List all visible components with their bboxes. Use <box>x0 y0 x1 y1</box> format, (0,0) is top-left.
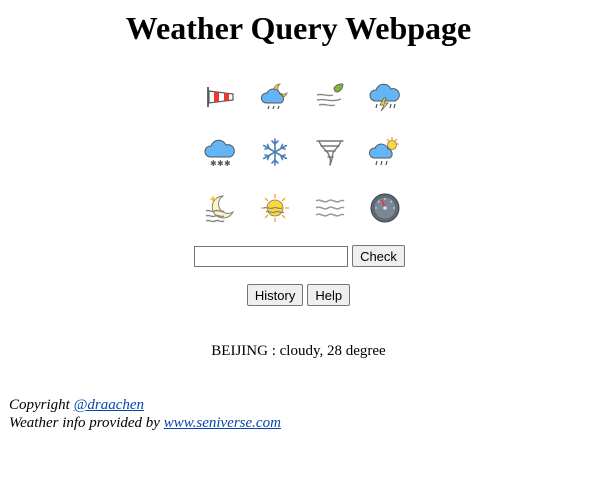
wind-leaf-icon[interactable] <box>302 68 357 124</box>
snow-cloud-icon[interactable]: ✱ ✱ ✱ <box>192 124 247 180</box>
city-input[interactable] <box>194 245 349 267</box>
thunderstorm-icon[interactable] <box>357 68 412 124</box>
sun-cloud-rain-icon[interactable] <box>357 124 412 180</box>
provider-prefix: Weather info provided by <box>9 415 164 431</box>
history-button[interactable]: History <box>246 284 304 306</box>
query-row: Check <box>0 245 597 267</box>
svg-text:✱: ✱ <box>210 159 217 168</box>
svg-text:✱: ✱ <box>224 159 231 168</box>
weather-result: BEIJING : cloudy, 28 degree <box>211 343 386 359</box>
copyright-prefix: Copyright <box>9 397 74 413</box>
night-fog-icon[interactable] <box>192 180 247 236</box>
footer: Copyright @draachen Weather info provide… <box>9 396 281 432</box>
partly-cloudy-night-rain-icon[interactable] <box>247 68 302 124</box>
snowflake-icon[interactable] <box>247 124 302 180</box>
fog-waves-icon[interactable] <box>302 180 357 236</box>
page-title: Weather Query Webpage <box>125 10 472 46</box>
author-link[interactable]: @draachen <box>74 397 144 413</box>
secondary-buttons: History Help <box>0 284 597 306</box>
provider-link[interactable]: www.seniverse.com <box>164 415 281 431</box>
page: Weather Query Webpage ✱ ✱ ✱ Check Histor… <box>0 0 597 494</box>
provider-line: Weather info provided by www.seniverse.c… <box>9 414 281 432</box>
copyright-line: Copyright @draachen <box>9 396 281 414</box>
tornado-icon[interactable] <box>302 124 357 180</box>
check-button[interactable]: Check <box>352 245 405 267</box>
svg-text:✱: ✱ <box>217 159 224 168</box>
help-button[interactable]: Help <box>307 284 351 306</box>
sun-haze-icon[interactable] <box>247 180 302 236</box>
windsock-icon[interactable] <box>192 68 247 124</box>
barometer-icon[interactable] <box>357 180 412 236</box>
weather-icon-grid: ✱ ✱ ✱ <box>192 68 412 236</box>
